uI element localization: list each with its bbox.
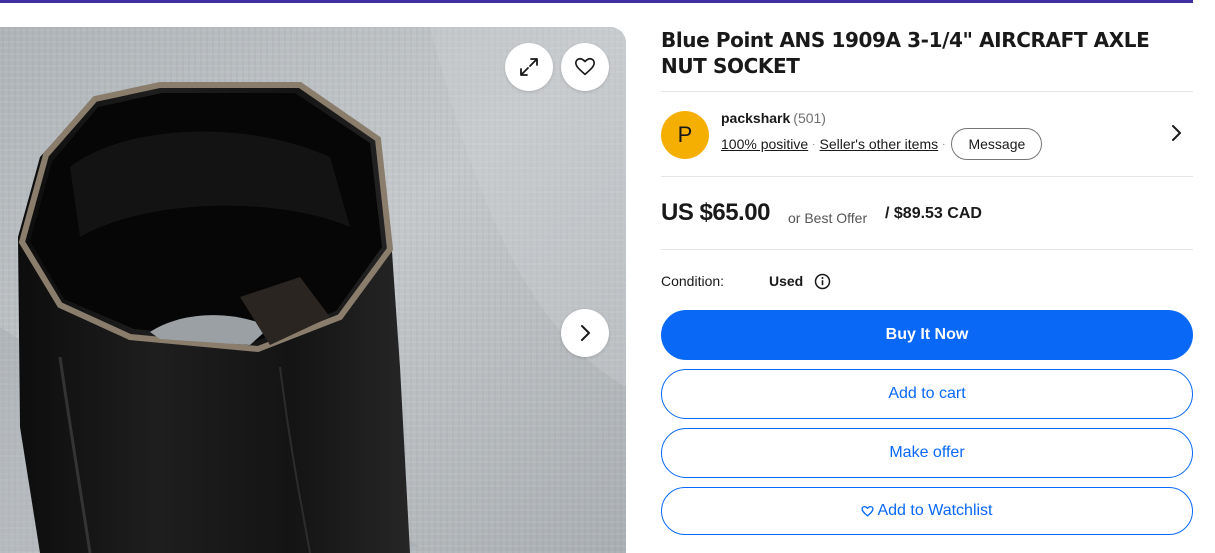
condition-value: Used [769,273,804,289]
next-image-button[interactable] [561,309,609,357]
expand-icon [520,58,538,76]
converted-price: / $89.53 CAD [885,205,982,222]
separator-dot: · [812,138,816,150]
price-row: US $65.00 or Best Offer / $89.53 CAD [661,177,1193,249]
heart-icon [861,505,875,517]
seller-other-items-link[interactable]: Seller's other items [820,136,939,152]
message-button[interactable]: Message [951,128,1043,160]
seller-chevron-right-icon[interactable] [1167,124,1185,142]
seller-name-row[interactable]: packshark (501) [721,110,826,126]
condition-label: Condition: [661,273,725,289]
positive-feedback-link[interactable]: 100% positive [721,136,808,152]
listing-title: Blue Point ANS 1909A 3-1/4" AIRCRAFT AXL… [661,28,1150,78]
separator-dot: · [942,138,946,150]
seller-feedback-count: (501) [793,110,826,126]
seller-links: 100% positive · Seller's other items · M… [721,128,1043,160]
product-photo [0,27,626,553]
top-accent-bar [0,0,1193,3]
expand-image-button[interactable] [505,43,553,91]
seller-card: P packshark (501) 100% positive · Seller'… [661,92,1193,176]
info-icon[interactable] [814,273,831,290]
seller-avatar[interactable]: P [661,111,709,159]
make-offer-button[interactable]: Make offer [661,428,1193,478]
image-gallery[interactable] [0,27,626,553]
favorite-button[interactable] [561,43,609,91]
add-to-watchlist-button[interactable]: Add to Watchlist [661,487,1193,535]
seller-name[interactable]: packshark [721,110,790,126]
listing-info-panel: Blue Point ANS 1909A 3-1/4" AIRCRAFT AXL… [661,27,1193,310]
heart-icon [575,57,595,76]
add-to-watchlist-label: Add to Watchlist [877,502,993,519]
chevron-right-icon [581,325,590,341]
add-to-cart-button[interactable]: Add to cart [661,369,1193,419]
buy-it-now-button[interactable]: Buy It Now [661,310,1193,360]
price: US $65.00 [661,199,770,226]
best-offer-label: or Best Offer [788,210,868,226]
condition-row: Condition: Used [661,250,1193,310]
